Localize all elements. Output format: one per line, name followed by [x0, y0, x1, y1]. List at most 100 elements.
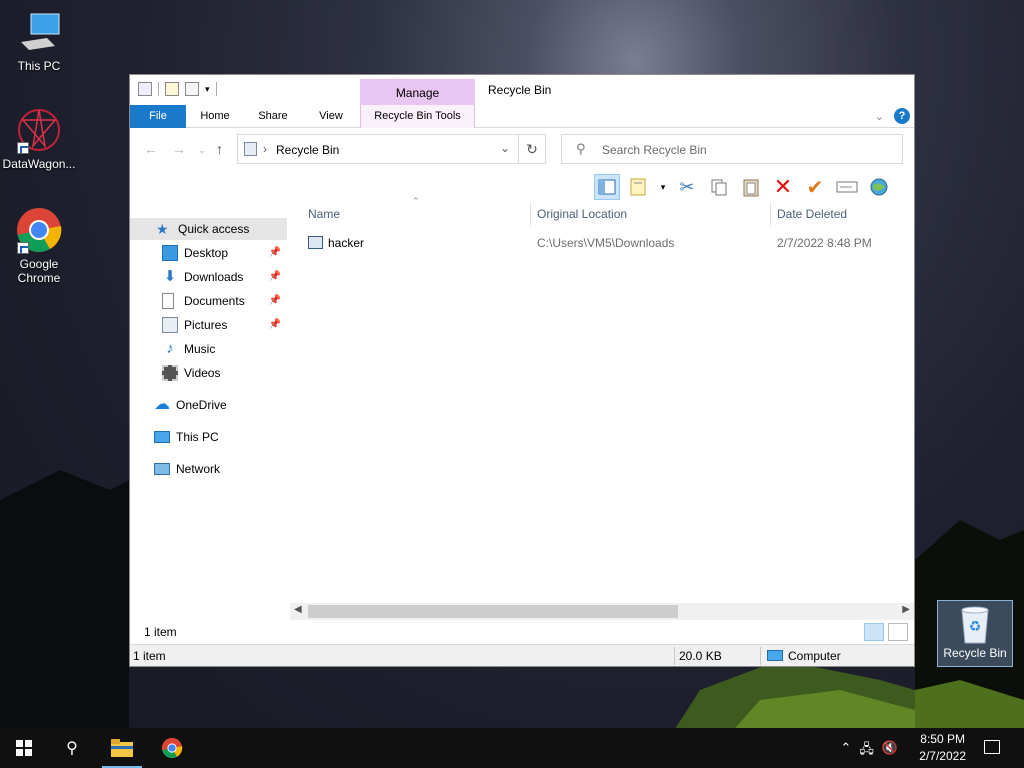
quick-access-toolbar: ▾	[138, 82, 217, 96]
dropdown-chevron-icon[interactable]: ▾	[658, 174, 668, 200]
show-hidden-icons-chevron-icon[interactable]: ⌃	[840, 740, 851, 762]
nav-item-label: Downloads	[184, 270, 244, 284]
system-tray: ⌃ 🖧 🔇	[840, 740, 898, 762]
desktop-icon-label: Chrome	[17, 271, 61, 285]
pin-icon[interactable]: 📌	[269, 319, 281, 330]
nav-item-videos[interactable]: Videos	[130, 362, 287, 384]
cut-icon[interactable]: ✂	[674, 174, 700, 200]
tab-home[interactable]: Home	[190, 105, 240, 128]
file-icon	[308, 236, 323, 249]
datawagon-app-icon	[15, 106, 63, 154]
desktop-icon-google-chrome[interactable]: Google Chrome	[0, 206, 78, 285]
clock[interactable]: 8:50 PM 2/7/2022	[919, 731, 966, 765]
table-row[interactable]: hacker C:\Users\VM5\Downloads 2/7/2022 8…	[304, 232, 904, 254]
action-center-icon[interactable]	[984, 740, 1000, 754]
delete-icon[interactable]: ✕	[770, 174, 796, 200]
scroll-left-arrow-icon[interactable]: ◀	[294, 604, 302, 615]
scroll-right-arrow-icon[interactable]: ▶	[902, 604, 910, 615]
new-folder-icon[interactable]	[185, 82, 199, 96]
ribbon-tabs: File Home Share View Recycle Bin Tools	[130, 105, 914, 128]
nav-item-quick-access[interactable]: ★ Quick access	[130, 218, 287, 240]
nav-item-onedrive[interactable]: ☁ OneDrive	[130, 394, 287, 416]
item-count: 1 item	[144, 625, 177, 639]
desktop-icon-label: This PC	[17, 59, 61, 73]
address-row: ← → ⌄ ↑ › Recycle Bin ⌄ ↻ ⚲ Search Recyc…	[130, 129, 914, 169]
column-header-date-deleted[interactable]: Date Deleted	[777, 207, 847, 221]
network-tray-icon[interactable]: 🖧	[859, 740, 874, 762]
column-header-original-location[interactable]: Original Location	[537, 207, 627, 221]
back-arrow-icon[interactable]: ←	[144, 141, 158, 157]
tab-share[interactable]: Share	[248, 105, 298, 128]
volume-muted-icon[interactable]: 🔇	[882, 740, 898, 762]
status-location: Computer	[788, 649, 841, 663]
nav-item-label: OneDrive	[176, 398, 227, 412]
document-icon	[162, 293, 174, 309]
breadcrumb-recycle-bin[interactable]: Recycle Bin	[276, 143, 339, 157]
network-icon	[154, 463, 170, 475]
start-button[interactable]	[0, 728, 48, 768]
breadcrumb-separator-icon[interactable]: ›	[263, 142, 267, 156]
folder-icon	[111, 739, 133, 757]
properties-icon[interactable]	[626, 174, 652, 200]
desktop-icon-datawagon[interactable]: DataWagon...	[0, 106, 78, 171]
search-button[interactable]: ⚲	[48, 728, 96, 768]
pin-icon[interactable]: 📌	[269, 247, 281, 258]
nav-item-network[interactable]: Network	[130, 458, 287, 480]
address-bar[interactable]: › Recycle Bin ⌄	[237, 134, 519, 164]
rename-icon[interactable]	[834, 174, 860, 200]
expand-ribbon-chevron-icon[interactable]: ⌄	[875, 110, 884, 123]
windows-logo-icon	[16, 740, 32, 756]
nav-item-documents[interactable]: Documents 📌	[130, 290, 287, 312]
manage-contextual-tab[interactable]: Manage	[360, 79, 475, 105]
download-arrow-icon: ⬇	[163, 268, 177, 285]
forward-arrow-icon[interactable]: →	[172, 141, 186, 157]
column-header-name[interactable]: Name	[308, 207, 340, 221]
nav-item-label: Music	[184, 342, 216, 356]
tab-recycle-bin-tools[interactable]: Recycle Bin Tools	[360, 105, 475, 128]
column-divider[interactable]	[770, 202, 771, 226]
refresh-button[interactable]: ↻	[518, 134, 546, 164]
customize-qat-chevron-icon[interactable]: ▾	[205, 84, 210, 95]
tab-file[interactable]: File	[130, 105, 186, 128]
details-view-icon[interactable]	[864, 623, 884, 641]
search-box[interactable]: ⚲ Search Recycle Bin	[561, 134, 903, 164]
nav-item-pictures[interactable]: Pictures 📌	[130, 314, 287, 336]
nav-item-label: Videos	[184, 366, 221, 380]
nav-item-label: Documents	[184, 294, 245, 308]
divider	[674, 647, 675, 665]
column-divider[interactable]	[530, 202, 531, 226]
nav-item-this-pc[interactable]: This PC	[130, 426, 287, 448]
address-dropdown-chevron-icon[interactable]: ⌄	[500, 141, 510, 155]
paste-icon[interactable]	[738, 174, 764, 200]
preview-pane-icon[interactable]	[594, 174, 620, 200]
desktop-folder-icon	[162, 245, 178, 261]
taskbar-file-explorer[interactable]	[98, 728, 146, 768]
status-item-count: 1 item	[133, 649, 166, 663]
up-arrow-icon[interactable]: ↑	[216, 141, 223, 157]
file-name: hacker	[328, 236, 365, 250]
recent-locations-chevron-icon[interactable]: ⌄	[198, 145, 206, 156]
large-icons-view-icon[interactable]	[888, 623, 908, 641]
divider	[760, 647, 761, 665]
scrollbar-thumb[interactable]	[308, 605, 678, 618]
tab-view[interactable]: View	[306, 105, 356, 128]
nav-item-label: Pictures	[184, 318, 228, 332]
recycle-bin-icon: ♻	[957, 604, 993, 644]
nav-item-downloads[interactable]: ⬇ Downloads 📌	[130, 266, 287, 288]
desktop-icon-recycle-bin[interactable]: ♻ Recycle Bin	[937, 600, 1013, 667]
horizontal-scrollbar[interactable]: ◀ ▶	[290, 603, 914, 620]
properties-icon[interactable]	[165, 82, 179, 96]
sort-ascending-icon: ⌃	[412, 196, 420, 206]
copy-icon[interactable]	[706, 174, 732, 200]
help-icon[interactable]: ?	[894, 108, 910, 124]
globe-icon[interactable]	[866, 174, 892, 200]
ribbon-controls: ⌄ ?	[875, 108, 910, 124]
pin-icon[interactable]: 📌	[269, 295, 281, 306]
pin-icon[interactable]: 📌	[269, 271, 281, 282]
taskbar-chrome[interactable]	[148, 728, 196, 768]
divider	[215, 82, 217, 96]
nav-item-desktop[interactable]: Desktop 📌	[130, 242, 287, 264]
desktop-icon-this-pc[interactable]: This PC	[0, 8, 78, 73]
restore-checkmark-icon[interactable]: ✔	[802, 174, 828, 200]
nav-item-music[interactable]: ♪ Music	[130, 338, 287, 360]
